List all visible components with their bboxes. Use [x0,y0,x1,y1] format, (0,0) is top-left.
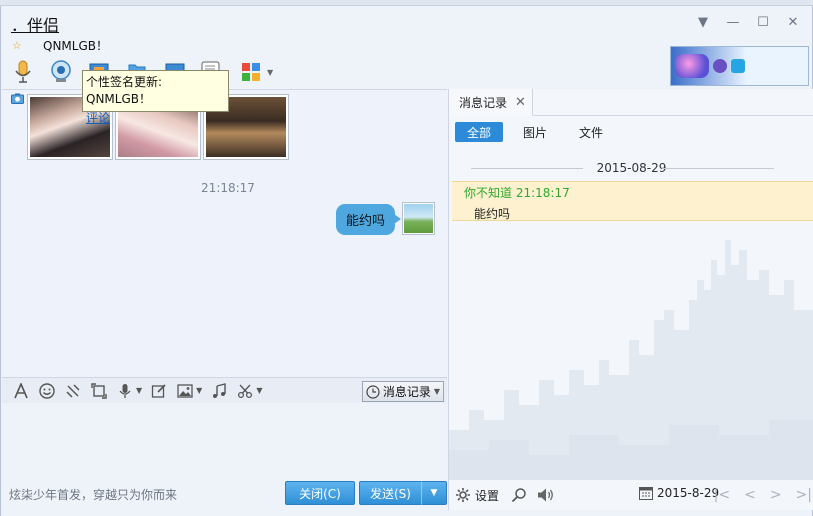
record-header: 你不知道 21:18:17 [464,184,570,201]
history-pager: |< < > >| [714,487,812,503]
maximize-icon[interactable]: ☐ [750,12,776,32]
motto-text: 炫柒少年首发，穿越只为你而来 [9,488,178,502]
game-logo-icon [675,54,709,78]
shake-icon[interactable] [62,380,84,402]
microphone-icon[interactable] [7,57,39,87]
record-sender: 你不知道 [464,186,513,200]
input-toolbar: ▼ ▼ ▼ 消息记录 ▼ [2,377,447,403]
message-history-button[interactable]: 消息记录 ▼ [361,381,444,402]
clock-icon [366,384,380,399]
image-dropdown-icon[interactable]: ▼ [196,386,202,395]
skyline-background [449,240,813,480]
first-page-icon[interactable]: |< [714,487,730,503]
history-filters: 全部 图片 文件 [455,122,615,142]
edit-icon[interactable] [148,380,170,402]
prev-page-icon[interactable]: < [744,487,756,503]
apps-dropdown-icon[interactable]: ▼ [267,68,273,77]
filter-files[interactable]: 文件 [567,122,615,142]
history-date-picker[interactable]: 2015-8-29 [639,486,719,500]
close-button[interactable]: 关闭(C) [285,481,355,505]
send-options-dropdown[interactable]: ▼ [421,481,447,505]
close-icon[interactable]: ✕ [780,12,806,32]
send-button[interactable]: 发送(S) [359,481,421,505]
send-bar: 炫柒少年首发，穿越只为你而来 关闭(C) 发送(S) ▼ [2,481,447,510]
tab-message-history[interactable]: 消息记录 ✕ [449,89,533,116]
menu-dropdown-icon[interactable]: ▼ [690,12,716,32]
last-page-icon[interactable]: >| [796,487,812,503]
record-text: 能约吗 [474,207,511,221]
message-input[interactable] [2,403,447,481]
star-icon: ☆ [12,39,22,52]
tab-divider [533,115,813,116]
window-controls: ▼ — ☐ ✕ [690,12,806,32]
camera-icon[interactable] [11,93,24,107]
settings-button[interactable]: 设置 [455,487,499,504]
filter-images[interactable]: 图片 [511,122,559,142]
avatar[interactable] [403,203,434,234]
font-icon[interactable] [10,380,32,402]
message-area: 21:18:17 能约吗 [2,89,447,379]
next-page-icon[interactable]: > [770,487,782,503]
scissors-dropdown-icon[interactable]: ▼ [256,386,262,395]
voice-dropdown-icon[interactable]: ▼ [136,386,142,395]
chat-window: ．伴侣 ▼ — ☐ ✕ ☆ QNMLGB！ ▼ 个性签名更新: QNMLGB！ … [0,6,813,516]
filter-all[interactable]: 全部 [455,122,504,142]
history-footer: 设置 2015-8-29 |< < > >| [449,480,813,510]
minimize-icon[interactable]: — [720,12,746,32]
history-date-label: 2015-8-29 [657,486,720,500]
date-separator: 2015-08-29 [449,161,813,175]
brand-logo-icon [713,59,727,73]
gear-icon [456,488,470,502]
speaker-button[interactable] [537,487,555,503]
speaker-icon [538,488,553,502]
search-button[interactable] [511,487,527,503]
scissors-icon[interactable] [234,380,256,402]
message-bubble[interactable]: 能约吗 [335,204,402,235]
signature-tooltip: 个性签名更新: QNMLGB！ 评论 [82,70,229,125]
shield-icon [731,59,745,73]
calendar-icon [639,487,653,500]
emoji-icon[interactable] [36,380,58,402]
record-time: 21:18:17 [515,186,570,200]
screenshot-icon[interactable] [88,380,110,402]
contact-name[interactable]: ．伴侣 [11,12,59,36]
search-icon [511,488,526,503]
settings-label: 设置 [475,488,500,503]
history-panel: 消息记录 ✕ 全部 图片 文件 2015-08-29 你不知道 21:18:17… [448,89,813,510]
chevron-down-icon: ▼ [433,387,440,396]
comment-link[interactable]: 评论 [86,109,225,126]
webcam-icon[interactable] [45,57,77,87]
close-tab-icon[interactable]: ✕ [515,95,526,110]
history-button-label: 消息记录 [382,385,431,399]
message-timestamp: 21:18:17 [201,181,255,195]
history-record[interactable]: 你不知道 21:18:17 能约吗 [452,181,813,221]
ad-banner[interactable] [670,46,809,86]
tooltip-text: 个性签名更新: QNMLGB！ [86,75,163,106]
image-icon[interactable] [174,380,196,402]
contact-signature: QNMLGB！ [43,39,108,53]
tab-label: 消息记录 [459,95,508,110]
voice-icon[interactable] [114,380,136,402]
apps-icon[interactable] [235,57,267,87]
music-icon[interactable] [208,380,230,402]
